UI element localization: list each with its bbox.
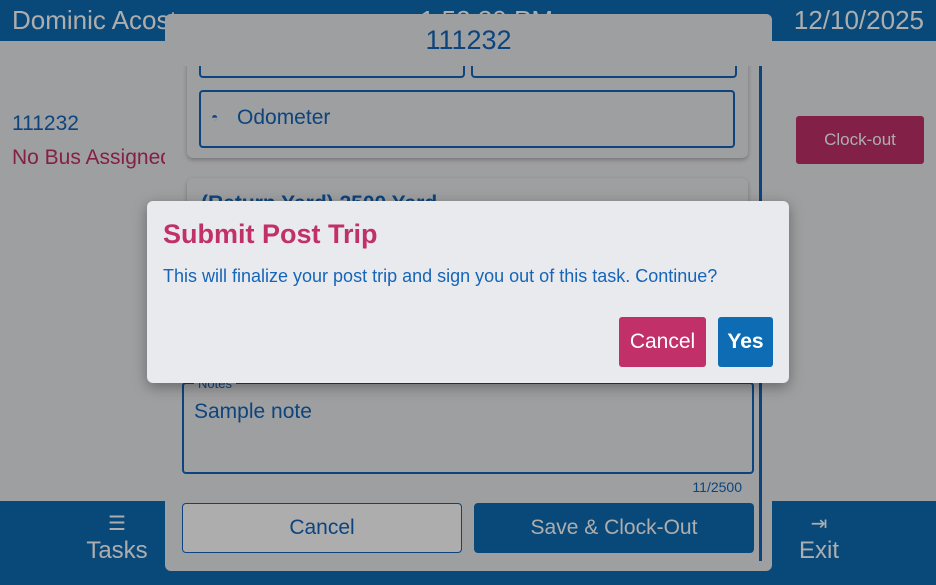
dialog-yes-button[interactable]: Yes [718,317,773,367]
dialog-cancel-button[interactable]: Cancel [619,317,706,367]
dialog-message: This will finalize your post trip and si… [163,266,718,286]
confirm-dialog: Submit Post Trip This will finalize your… [147,201,789,383]
dialog-title: Submit Post Trip [163,219,378,249]
